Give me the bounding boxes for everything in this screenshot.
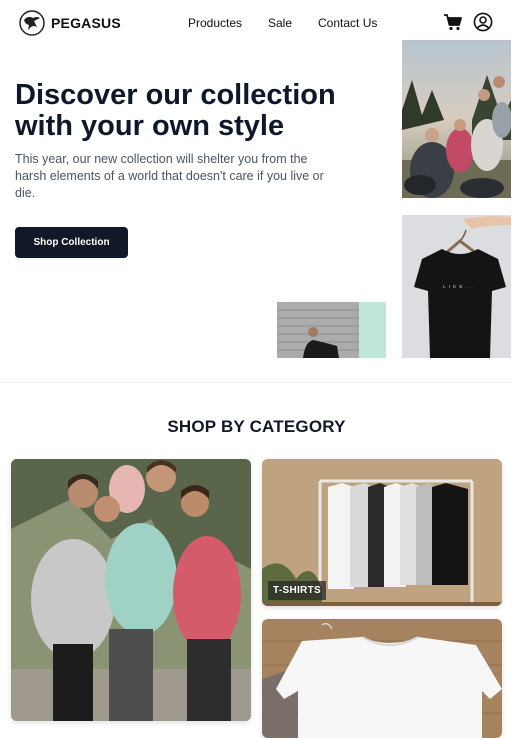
user-account-icon[interactable] [473, 12, 493, 32]
section-divider [0, 382, 513, 383]
category-card-tshirts[interactable]: T-SHIRTS [262, 459, 502, 606]
hero-image-group-outdoors [402, 40, 511, 198]
category-card-long-sleeves[interactable] [262, 619, 502, 738]
hero-image-tshirt-on-hanger: L I K E . . . [402, 215, 511, 358]
cart-icon[interactable] [443, 12, 463, 32]
shop-by-category-heading: SHOP BY CATEGORY [167, 417, 346, 436]
hero-image-man-building [277, 302, 386, 358]
shop-collection-button[interactable]: Shop Collection [15, 227, 128, 258]
nav-link-productes[interactable]: Productes [188, 16, 242, 30]
nav-links: Productes Sale Contact Us [0, 16, 513, 32]
category-label-tshirts: T-SHIRTS [268, 581, 326, 600]
hero-description: This year, our new collection will shelt… [15, 152, 324, 200]
nav-link-contact-us[interactable]: Contact Us [318, 16, 377, 30]
category-card-hoodies[interactable] [11, 459, 251, 721]
svg-text:L I K E . . .: L I K E . . . [443, 284, 477, 289]
nav-link-sale[interactable]: Sale [268, 16, 292, 30]
hero-title: Discover our collection with your own st… [15, 79, 336, 142]
